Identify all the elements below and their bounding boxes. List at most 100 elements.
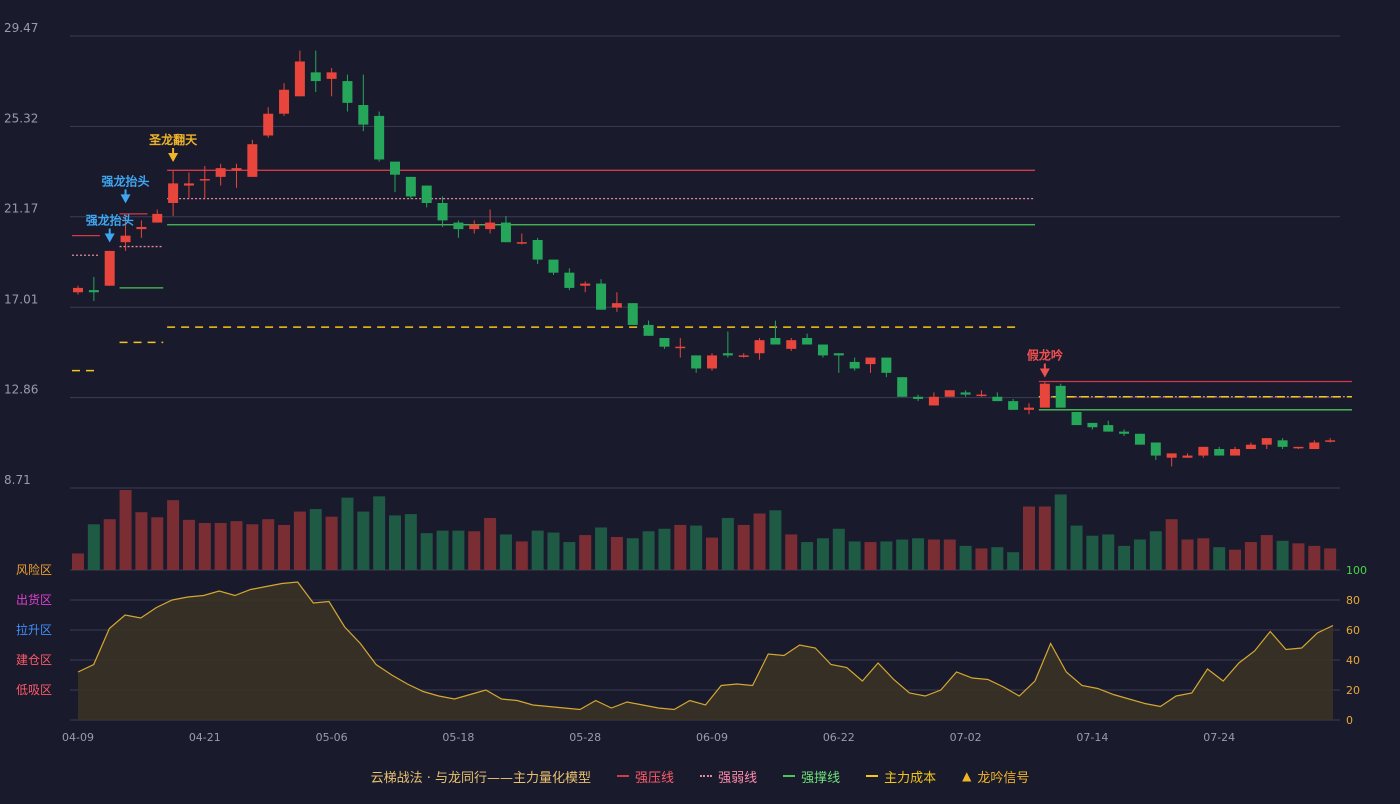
volume-bar	[420, 533, 433, 570]
signal-label: 强龙抬头	[102, 173, 150, 188]
volume-bar	[341, 497, 354, 570]
candle-body	[310, 72, 321, 82]
volume-bar	[103, 519, 116, 570]
candle-body	[1071, 412, 1082, 426]
candle-body	[469, 224, 480, 230]
candle-body	[802, 337, 813, 345]
candle-body	[1087, 422, 1098, 428]
legend-signal-label: 龙吟信号	[977, 770, 1030, 786]
volume-bar	[230, 521, 243, 570]
candle-body	[817, 344, 828, 356]
legend: 云梯战法 · 与龙同行——主力量化模型 强压线 强弱线 强撑线 主力成本 ▲ 龙…	[0, 764, 1400, 788]
candle-body	[1024, 407, 1034, 410]
candle-body	[326, 72, 337, 79]
legend-cost-swatch	[866, 775, 879, 777]
volume-bar	[1054, 494, 1067, 570]
legend-pressure-swatch	[617, 775, 630, 777]
legend-item-weak[interactable]: 强弱线	[700, 767, 757, 786]
candle-body	[279, 89, 290, 114]
candle-body	[944, 390, 955, 397]
candle-body	[88, 290, 99, 293]
volume-bar	[563, 542, 576, 570]
osc-zone-label: 低吸区	[16, 683, 52, 697]
legend-item-signal[interactable]: ▲ 龙吟信号	[962, 767, 1029, 786]
candle-body	[928, 396, 939, 406]
candle-body	[1261, 438, 1272, 445]
volume-bar	[1276, 540, 1289, 570]
candle-body	[405, 176, 416, 197]
volume-bar	[721, 517, 734, 570]
volume-bar	[325, 516, 338, 570]
legend-cost-label: 主力成本	[884, 770, 937, 786]
legend-weak-label: 强弱线	[718, 770, 758, 786]
osc-tick-label: 60	[1346, 624, 1360, 637]
volume-bar	[975, 548, 988, 570]
candle-body	[1134, 433, 1145, 445]
signal-arrow-icon	[1039, 368, 1050, 378]
volume-bar	[753, 513, 766, 570]
signal-arrow-icon	[104, 233, 115, 243]
legend-item-pressure[interactable]: 强压线	[617, 767, 674, 786]
volume-bar	[547, 532, 560, 570]
volume-bar	[135, 512, 148, 570]
candle-body	[183, 183, 194, 186]
volume-bar	[1324, 548, 1337, 570]
legend-weak-swatch	[700, 775, 713, 777]
candle-body	[73, 287, 83, 293]
osc-tick-label: 0	[1346, 714, 1353, 727]
volume-bar	[737, 524, 750, 570]
candle-body	[342, 81, 353, 103]
candle-body	[136, 226, 147, 230]
volume-bar	[801, 542, 814, 570]
volume-bar	[452, 530, 465, 570]
volume-bar	[880, 541, 893, 570]
candle-body	[611, 303, 622, 308]
osc-zone-label: 风险区	[16, 562, 52, 577]
price-tick-label: 29.47	[4, 21, 38, 35]
candle-body	[1166, 453, 1177, 458]
volume-bar	[943, 539, 956, 570]
volume-bar	[1165, 519, 1178, 570]
volume-bar	[1118, 545, 1131, 570]
legend-item-support[interactable]: 强撑线	[783, 767, 840, 786]
volume-bar	[706, 537, 718, 570]
candle-body	[390, 161, 400, 175]
candle-body	[865, 357, 876, 365]
candle-body	[722, 353, 733, 356]
volume-bar	[499, 534, 512, 570]
volume-bar	[1149, 531, 1162, 570]
candle-body	[1293, 446, 1304, 449]
candle-body	[532, 240, 543, 260]
osc-tick-label: 20	[1346, 684, 1360, 697]
candle-body	[770, 337, 781, 345]
volume-bar	[1007, 552, 1020, 570]
candle-body	[1039, 383, 1050, 408]
osc-area	[78, 582, 1333, 720]
candle-body	[152, 213, 163, 223]
signal-arrow-icon	[168, 152, 179, 162]
x-tick-label: 06-22	[823, 731, 855, 744]
candle-body	[1325, 440, 1336, 442]
price-tick-label: 17.01	[4, 292, 38, 306]
legend-support-label: 强撑线	[801, 770, 841, 786]
x-tick-label: 05-06	[316, 731, 348, 744]
candle-body	[849, 361, 860, 369]
volume-bar	[515, 541, 528, 570]
chart-svg: 29.47 25.32 21.17 17.01 12.86 8.71 100 80 60 40 20…	[4, 21, 1367, 744]
candle-body	[1182, 455, 1193, 458]
volume-bar	[1292, 543, 1305, 570]
candle-body	[1119, 431, 1130, 434]
volume-bar	[214, 523, 227, 570]
candle-body	[231, 168, 242, 171]
legend-title-text: 云梯战法 · 与龙同行——主力量化模型	[370, 770, 592, 786]
candle-body	[992, 396, 1003, 402]
candle-body	[453, 222, 464, 230]
legend-item-cost[interactable]: 主力成本	[866, 767, 936, 786]
candle-body	[104, 250, 115, 286]
candle-body	[1309, 442, 1320, 450]
candle-body	[421, 185, 432, 203]
volume-bar	[1213, 547, 1226, 570]
volume-bar	[912, 538, 925, 570]
volume-bar	[642, 531, 655, 570]
volume-bar	[1229, 549, 1242, 570]
